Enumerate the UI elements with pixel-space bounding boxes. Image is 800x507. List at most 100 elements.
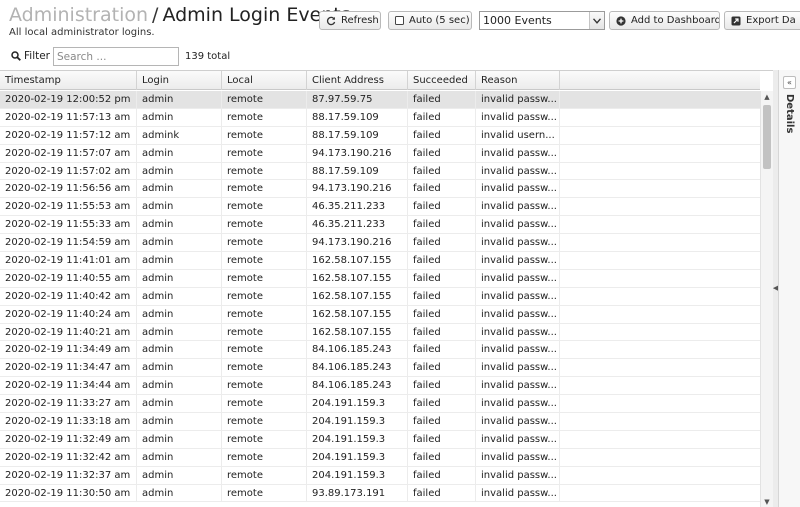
table-row[interactable]: 2020-02-19 11:34:49 am admin remote 84.106.…	[0, 341, 760, 360]
cell-timestamp: 2020-02-19 11:32:49 am	[0, 430, 137, 448]
table-row[interactable]: 2020-02-19 11:34:47 am admin remote 84.106.…	[0, 359, 760, 378]
details-panel: « Details	[778, 70, 800, 507]
cell-succeeded: failed	[408, 430, 476, 448]
expand-details-icon[interactable]: «	[783, 76, 796, 89]
cell-timestamp: 2020-02-19 11:32:42 am	[0, 448, 137, 466]
table-row[interactable]: 2020-02-19 11:41:01 am admin remote 162.58.…	[0, 252, 760, 270]
cell-local: remote	[222, 448, 307, 466]
table-row[interactable]: 2020-02-19 11:57:02 am admin remote 88.17.5…	[0, 162, 760, 181]
cell-timestamp: 2020-02-19 11:40:24 am	[0, 305, 137, 323]
scroll-up-icon[interactable]: ▲	[761, 91, 773, 103]
chevron-down-icon[interactable]	[589, 12, 604, 29]
table-row[interactable]: 2020-02-19 11:57:13 am admin remote 88.17.5…	[0, 108, 760, 127]
page-header: Administration / Admin Login Events All lo…	[0, 0, 800, 44]
add-to-dashboard-button[interactable]: Add to Dashboard	[609, 11, 720, 30]
cell-succeeded: failed	[408, 323, 476, 341]
cell-login: admin	[137, 162, 222, 180]
table-row[interactable]: 2020-02-19 11:40:24 am admin remote 162.58.…	[0, 305, 760, 324]
table-row[interactable]: 2020-02-19 11:57:12 am admink remote 88.17.…	[0, 126, 760, 145]
cell-succeeded: failed	[408, 484, 476, 502]
refresh-button[interactable]: Refresh	[319, 11, 381, 30]
cell-reason: invalid passw...	[476, 341, 560, 359]
auto-refresh-toggle[interactable]: Auto (5 sec)	[388, 11, 472, 30]
cell-login: admin	[137, 108, 222, 126]
table-row[interactable]: 2020-02-19 11:40:55 am admin remote 162.58.…	[0, 269, 760, 288]
table-row[interactable]: 2020-02-19 11:55:33 am admin remote 46.35.2…	[0, 216, 760, 235]
search-icon	[11, 51, 21, 61]
cell-reason: invalid passw...	[476, 413, 560, 431]
page-subtitle: All local administrator logins.	[9, 27, 155, 38]
cell-reason: invalid usern...	[476, 126, 560, 144]
cell-local: remote	[222, 430, 307, 448]
vertical-scrollbar[interactable]: ▲ ▼	[760, 91, 773, 507]
cell-client-address: 94.173.190.216	[307, 234, 408, 252]
cell-login: admin	[137, 466, 222, 484]
cell-client-address: 88.17.59.109	[307, 162, 408, 180]
cell-local: remote	[222, 252, 307, 270]
cell-reason: invalid passw...	[476, 234, 560, 252]
cell-local: remote	[222, 162, 307, 180]
column-header-reason[interactable]: Reason	[476, 71, 560, 90]
table-row[interactable]: 2020-02-19 11:40:42 am admin remote 162.58.…	[0, 287, 760, 306]
checkbox-icon[interactable]	[395, 16, 404, 25]
table-row[interactable]: 2020-02-19 11:55:53 am admin remote 46.35.2…	[0, 198, 760, 217]
events-limit-select[interactable]: 1000 Events	[479, 11, 605, 30]
table-row[interactable]: 2020-02-19 11:33:27 am admin remote 204.191…	[0, 395, 760, 414]
cell-login: admin	[137, 484, 222, 502]
table-row[interactable]: 2020-02-19 11:32:37 am admin remote 204.191…	[0, 466, 760, 485]
column-header-succeeded[interactable]: Succeeded	[408, 71, 476, 90]
details-panel-label[interactable]: Details	[784, 94, 795, 133]
cell-timestamp: 2020-02-19 11:32:37 am	[0, 466, 137, 484]
scroll-down-icon[interactable]: ▼	[761, 496, 773, 507]
column-header-login[interactable]: Login	[137, 71, 222, 90]
cell-reason: invalid passw...	[476, 144, 560, 162]
cell-client-address: 204.191.159.3	[307, 413, 408, 431]
table-row[interactable]: 2020-02-19 11:56:56 am admin remote 94.173.…	[0, 180, 760, 199]
cell-timestamp: 2020-02-19 11:30:50 am	[0, 484, 137, 502]
search-input[interactable]	[53, 47, 179, 66]
cell-reason: invalid passw...	[476, 305, 560, 323]
cell-client-address: 87.97.59.75	[307, 91, 408, 108]
cell-local: remote	[222, 466, 307, 484]
table-row[interactable]: 2020-02-19 11:30:50 am admin remote 93.89.1…	[0, 484, 760, 503]
cell-reason: invalid passw...	[476, 430, 560, 448]
cell-login: admin	[137, 448, 222, 466]
cell-local: remote	[222, 269, 307, 287]
cell-client-address: 46.35.211.233	[307, 216, 408, 234]
cell-timestamp: 2020-02-19 11:34:44 am	[0, 377, 137, 395]
cell-succeeded: failed	[408, 162, 476, 180]
table-row[interactable]: 2020-02-19 12:00:52 pm admin remote 87.97.5…	[0, 91, 760, 109]
table-row[interactable]: 2020-02-19 11:32:42 am admin remote 204.191…	[0, 448, 760, 467]
cell-timestamp: 2020-02-19 11:40:21 am	[0, 323, 137, 341]
cell-client-address: 84.106.185.243	[307, 341, 408, 359]
cell-succeeded: failed	[408, 252, 476, 270]
table-row[interactable]: 2020-02-19 11:34:44 am admin remote 84.106.…	[0, 377, 760, 396]
breadcrumb-separator: /	[152, 4, 159, 26]
export-data-button[interactable]: Export Da	[724, 11, 800, 30]
cell-local: remote	[222, 198, 307, 216]
table-row[interactable]: 2020-02-19 11:54:59 am admin remote 94.173.…	[0, 234, 760, 253]
cell-timestamp: 2020-02-19 11:54:59 am	[0, 234, 137, 252]
cell-succeeded: failed	[408, 91, 476, 108]
column-header-local[interactable]: Local	[222, 71, 307, 90]
table-row[interactable]: 2020-02-19 11:40:21 am admin remote 162.58.…	[0, 323, 760, 342]
cell-succeeded: failed	[408, 198, 476, 216]
scrollbar-thumb[interactable]	[763, 105, 771, 169]
cell-succeeded: failed	[408, 305, 476, 323]
table-row[interactable]: 2020-02-19 11:32:49 am admin remote 204.191…	[0, 430, 760, 449]
table-row[interactable]: 2020-02-19 11:57:07 am admin remote 94.173.…	[0, 144, 760, 163]
cell-reason: invalid passw...	[476, 377, 560, 395]
column-header-timestamp[interactable]: Timestamp	[0, 71, 137, 90]
add-to-dashboard-label: Add to Dashboard	[631, 15, 720, 26]
cell-reason: invalid passw...	[476, 466, 560, 484]
cell-login: admin	[137, 287, 222, 305]
cell-login: admink	[137, 126, 222, 144]
cell-succeeded: failed	[408, 287, 476, 305]
cell-timestamp: 2020-02-19 11:34:49 am	[0, 341, 137, 359]
cell-local: remote	[222, 126, 307, 144]
column-header-client-address[interactable]: Client Address	[307, 71, 408, 90]
export-data-label: Export Da	[746, 15, 796, 26]
breadcrumb-administration[interactable]: Administration	[9, 4, 148, 26]
table-row[interactable]: 2020-02-19 11:33:18 am admin remote 204.191…	[0, 413, 760, 431]
cell-client-address: 204.191.159.3	[307, 448, 408, 466]
